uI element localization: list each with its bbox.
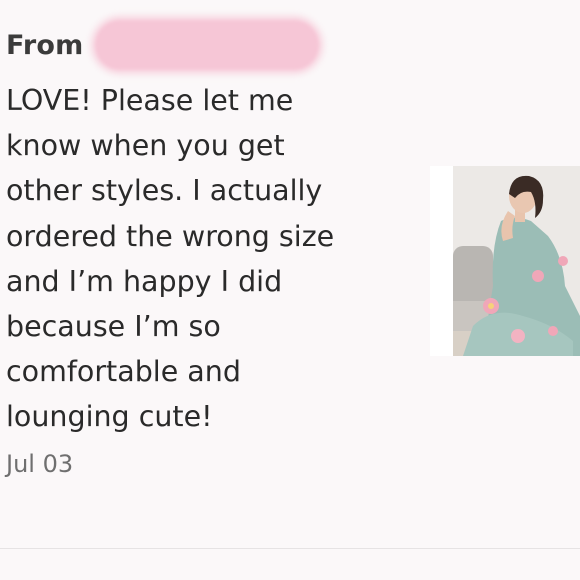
product-photo [453,166,580,356]
product-thumbnail[interactable] [430,166,580,356]
divider [0,548,580,549]
sender-row: From [6,26,84,64]
review-date: Jul 03 [6,450,74,478]
redacted-sender-name [95,20,319,70]
review-text: LOVE! Please let me know when you get ot… [6,84,335,434]
from-label: From [6,29,84,61]
